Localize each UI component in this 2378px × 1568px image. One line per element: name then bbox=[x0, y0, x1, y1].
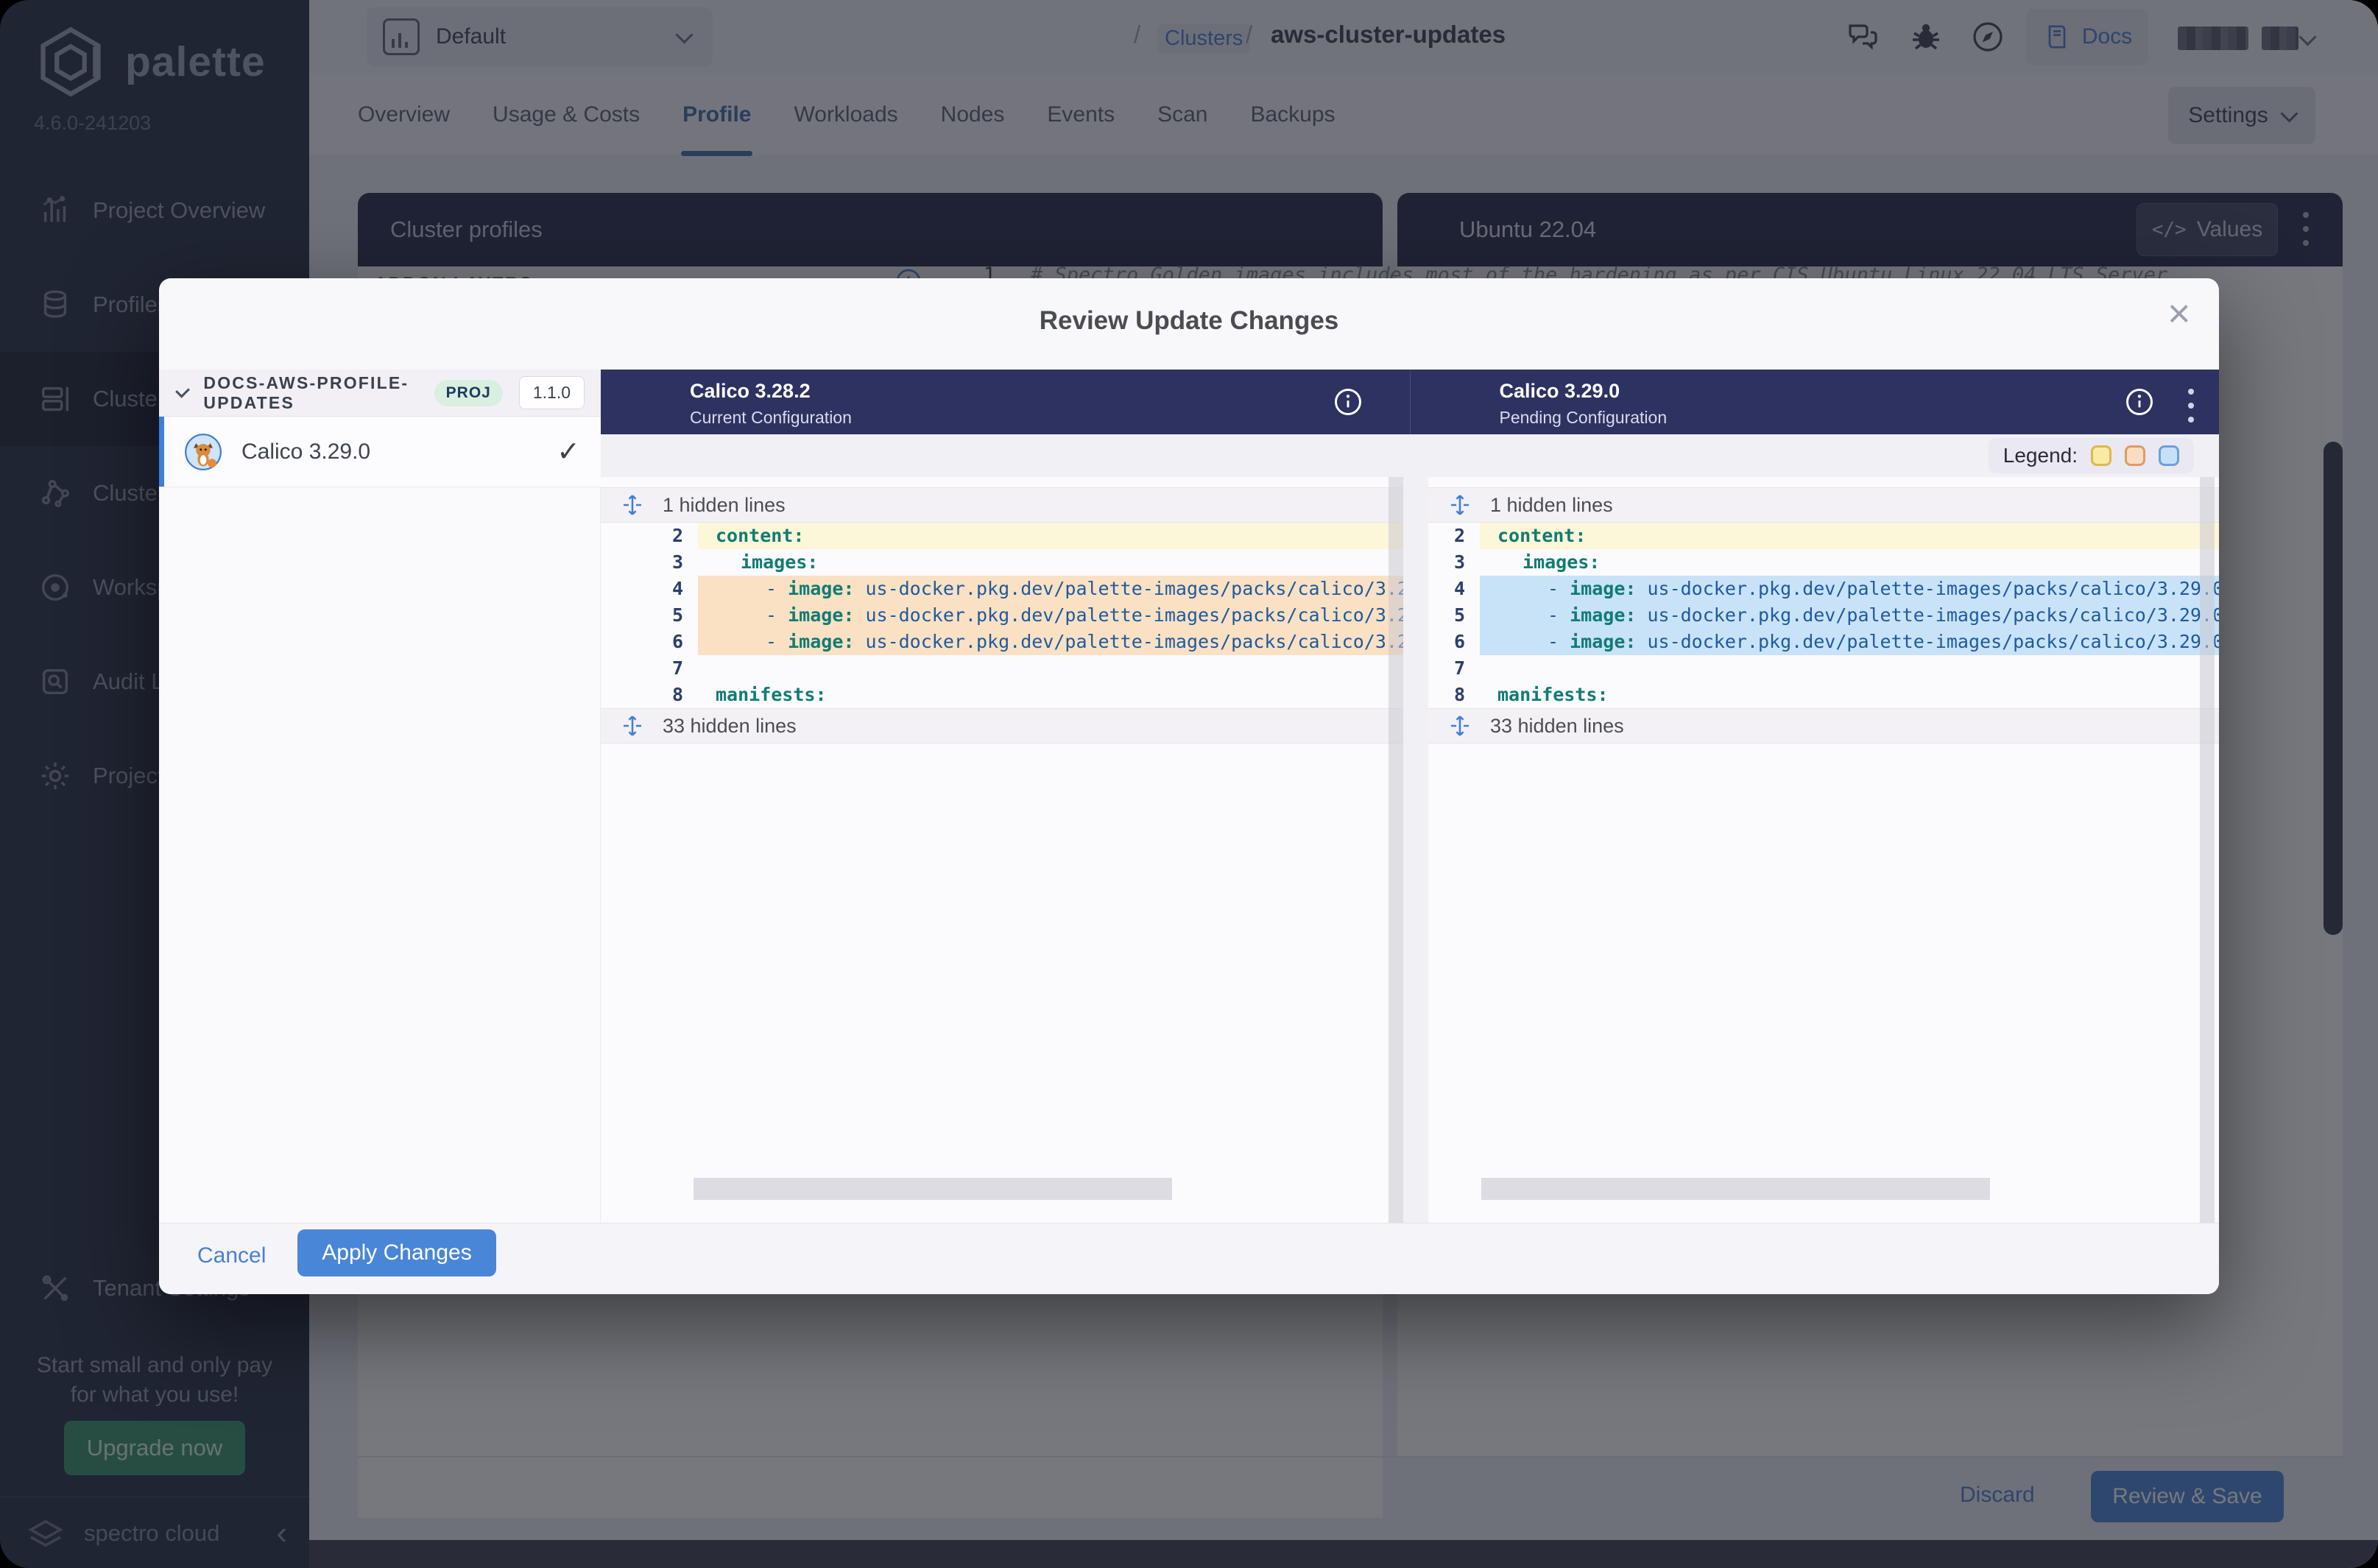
code-line-5: 5- image: us-docker.pkg.dev/palette-imag… bbox=[601, 602, 1403, 629]
modal-footer: Cancel Apply Changes bbox=[159, 1223, 2219, 1294]
code-line-5: 5- image: us-docker.pkg.dev/palette-imag… bbox=[1428, 602, 2219, 629]
current-config-subtitle: Current Configuration bbox=[690, 408, 852, 428]
line-number: 4 bbox=[601, 576, 698, 602]
diff-headers: Calico 3.28.2 Current Configuration Cali… bbox=[601, 370, 2219, 434]
line-number: 8 bbox=[1428, 682, 1480, 708]
unfold-icon[interactable] bbox=[1447, 492, 1472, 518]
info-icon[interactable] bbox=[1332, 386, 1364, 418]
line-number: 8 bbox=[601, 682, 698, 708]
close-icon[interactable]: × bbox=[2163, 293, 2195, 334]
code-line-4: 4- image: us-docker.pkg.dev/palette-imag… bbox=[1428, 576, 2219, 602]
line-number: 2 bbox=[601, 523, 698, 549]
line-number: 3 bbox=[601, 549, 698, 576]
current-config-title: Calico 3.28.2 bbox=[690, 380, 811, 403]
legend-row: Legend: bbox=[601, 434, 2219, 477]
hidden-lines-label: 1 hidden lines bbox=[663, 494, 786, 517]
code-line-3: 3images: bbox=[1428, 549, 2219, 576]
line-number: 5 bbox=[1428, 602, 1480, 629]
code-line-7: 7 bbox=[1428, 655, 2219, 682]
pack-name: Calico 3.29.0 bbox=[241, 439, 370, 465]
legend-swatch-modified bbox=[2091, 445, 2111, 466]
legend-swatch-removed bbox=[2125, 445, 2145, 466]
line-number: 6 bbox=[601, 629, 698, 655]
check-icon: ✓ bbox=[557, 435, 580, 468]
diff-pane-current[interactable]: 1 hidden lines 2content:3images:4- image:… bbox=[601, 477, 1403, 1223]
unfold-icon[interactable] bbox=[1447, 713, 1472, 738]
line-number: 7 bbox=[601, 655, 698, 682]
apply-changes-button[interactable]: Apply Changes bbox=[297, 1229, 496, 1276]
legend: Legend: bbox=[1989, 438, 2194, 473]
code-line-4: 4- image: us-docker.pkg.dev/palette-imag… bbox=[601, 576, 1403, 602]
profile-version: 1.1.0 bbox=[519, 376, 585, 409]
calico-pack-icon bbox=[184, 433, 222, 471]
horizontal-scrollbar[interactable] bbox=[694, 1178, 1172, 1200]
diff-gap bbox=[1403, 477, 1428, 1223]
code-line-7: 7 bbox=[601, 655, 1403, 682]
profile-tree-body bbox=[159, 487, 601, 1223]
hidden-lines-row[interactable]: 1 hidden lines bbox=[601, 487, 1403, 523]
line-number: 4 bbox=[1428, 576, 1480, 602]
code-line-8: 8manifests: bbox=[601, 682, 1403, 708]
code-line-8: 8manifests: bbox=[1428, 682, 2219, 708]
legend-swatch-added bbox=[2159, 445, 2179, 466]
app-window: palette 4.6.0-241203 Start small and onl… bbox=[0, 0, 2378, 1568]
vertical-scrollbar[interactable] bbox=[1389, 477, 1403, 1223]
scope-badge: PROJ bbox=[434, 380, 503, 406]
profile-name: DOCS-AWS-PROFILE-UPDATES bbox=[203, 373, 417, 413]
modal-title: Review Update Changes bbox=[159, 306, 2219, 336]
code-lines: 1 hidden lines 2content:3images:4- image:… bbox=[601, 477, 1403, 744]
pending-config-header: Calico 3.29.0 Pending Configuration bbox=[1410, 370, 2220, 434]
unfold-icon[interactable] bbox=[620, 713, 645, 738]
hidden-lines-row[interactable]: 33 hidden lines bbox=[1428, 708, 2219, 744]
line-number: 2 bbox=[1428, 523, 1480, 549]
code-line-2: 2content: bbox=[1428, 523, 2219, 549]
hidden-lines-label: 33 hidden lines bbox=[1490, 715, 1624, 738]
code-line-6: 6- image: us-docker.pkg.dev/palette-imag… bbox=[1428, 629, 2219, 655]
code-lines: 1 hidden lines 2content:3images:4- image:… bbox=[1428, 477, 2219, 744]
line-number: 5 bbox=[601, 602, 698, 629]
line-number: 7 bbox=[1428, 655, 1480, 682]
hidden-lines-row[interactable]: 33 hidden lines bbox=[601, 708, 1403, 744]
code-line-3: 3images: bbox=[601, 549, 1403, 576]
hidden-lines-label: 33 hidden lines bbox=[663, 715, 797, 738]
code-line-2: 2content: bbox=[601, 523, 1403, 549]
diff-menu-kebab-icon[interactable] bbox=[2188, 389, 2194, 431]
pending-config-title: Calico 3.29.0 bbox=[1500, 380, 1620, 403]
line-number: 6 bbox=[1428, 629, 1480, 655]
pending-config-subtitle: Pending Configuration bbox=[1500, 408, 1668, 428]
review-update-changes-modal: Review Update Changes × DOCS-AWS-PROFILE… bbox=[159, 278, 2219, 1294]
chevron-down-icon bbox=[175, 383, 190, 398]
vertical-scrollbar[interactable] bbox=[2200, 477, 2215, 1223]
info-icon[interactable] bbox=[2123, 386, 2156, 418]
legend-label: Legend: bbox=[2003, 444, 2078, 467]
hidden-lines-label: 1 hidden lines bbox=[1490, 494, 1613, 517]
profile-tree-header[interactable]: DOCS-AWS-PROFILE-UPDATES PROJ 1.1.0 bbox=[159, 370, 601, 417]
line-number: 3 bbox=[1428, 549, 1480, 576]
horizontal-scrollbar[interactable] bbox=[1481, 1178, 1990, 1200]
diff-pane-pending[interactable]: 1 hidden lines 2content:3images:4- image:… bbox=[1428, 477, 2219, 1223]
unfold-icon[interactable] bbox=[620, 492, 645, 518]
pack-list-item-calico[interactable]: Calico 3.29.0 ✓ bbox=[159, 417, 601, 487]
hidden-lines-row[interactable]: 1 hidden lines bbox=[1428, 487, 2219, 523]
current-config-header: Calico 3.28.2 Current Configuration bbox=[601, 370, 1410, 434]
code-line-6: 6- image: us-docker.pkg.dev/palette-imag… bbox=[601, 629, 1403, 655]
cancel-button[interactable]: Cancel bbox=[193, 1243, 270, 1269]
